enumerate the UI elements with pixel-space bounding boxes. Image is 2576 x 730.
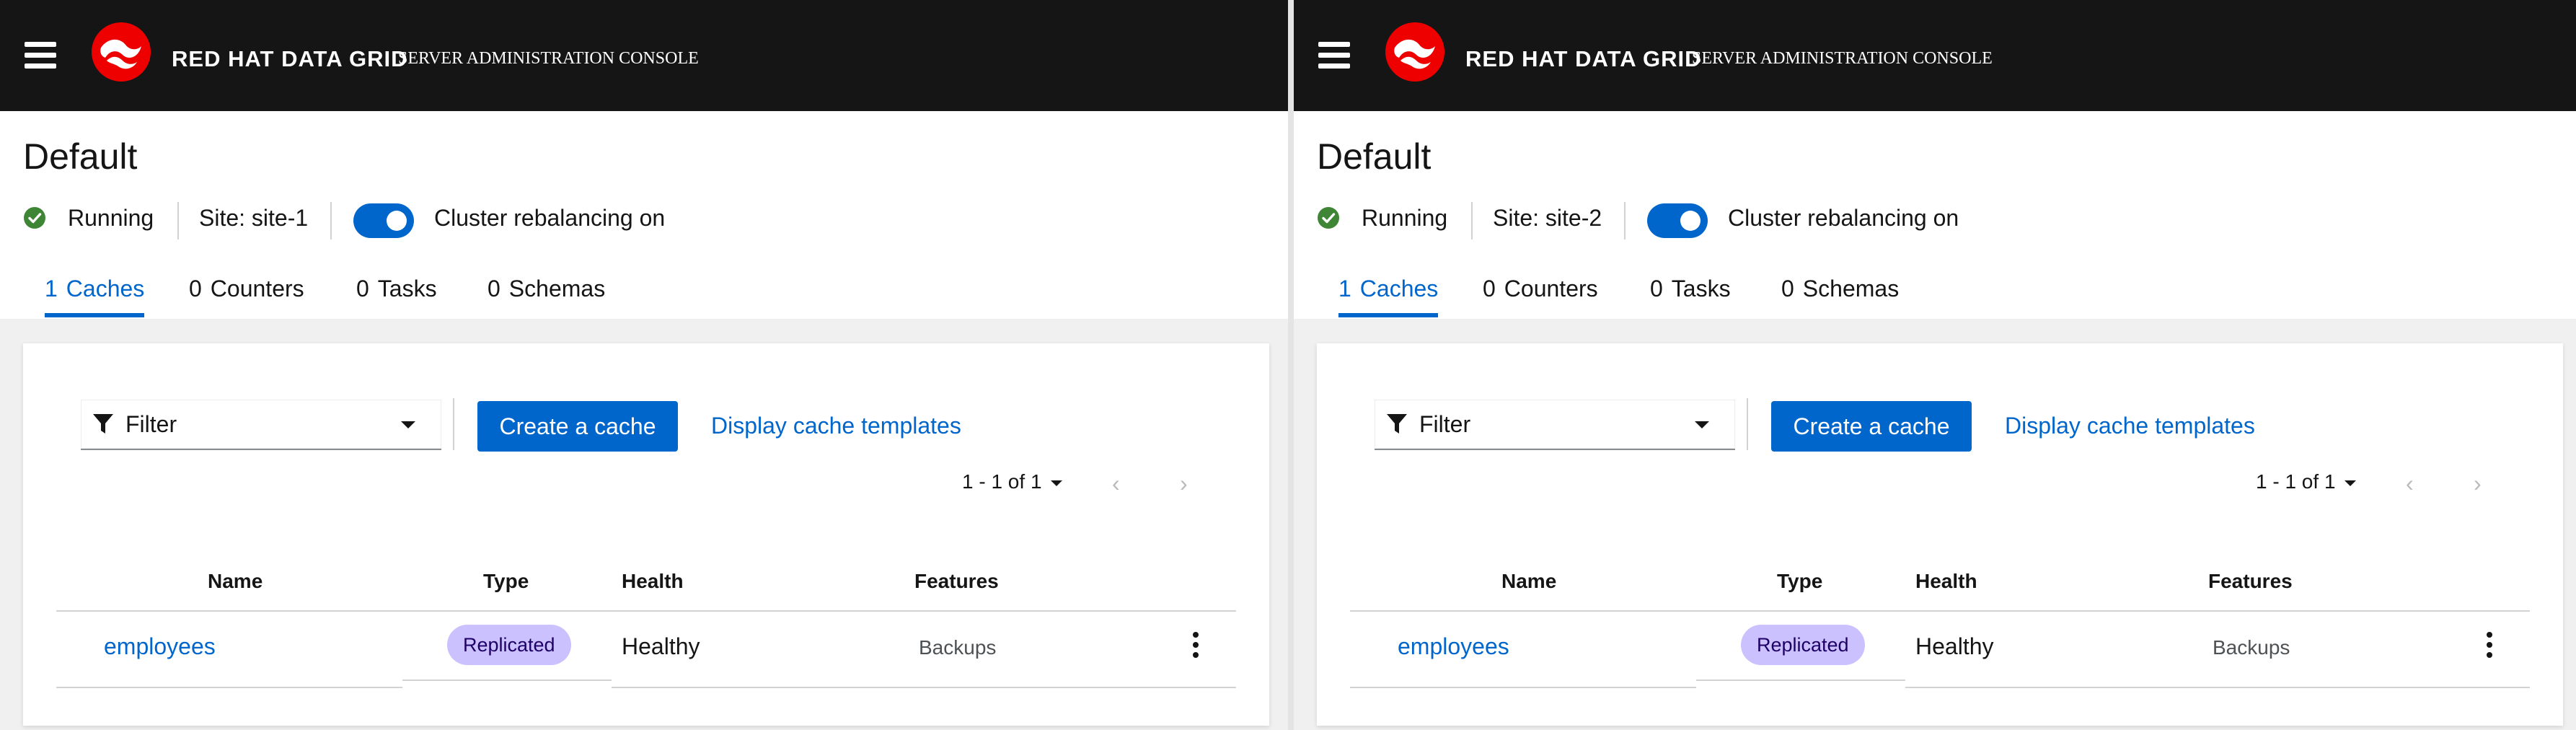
red-hat-data-grid-logo xyxy=(92,22,151,82)
pagination-text: 1 - 1 of 1 xyxy=(962,470,1042,493)
brand-name: RED HAT DATA GRID xyxy=(1465,46,1702,71)
cache-type-badge: Replicated xyxy=(1741,625,1865,665)
rebalancing-toggle[interactable] xyxy=(1647,203,1708,238)
masthead: RED HAT DATA GRID SERVER ADMINISTRATION … xyxy=(1294,0,2576,111)
row-divider xyxy=(1350,687,1696,688)
rebalancing-label: Cluster rebalancing on xyxy=(1728,205,1959,231)
console-panel-site-2: RED HAT DATA GRID SERVER ADMINISTRATION … xyxy=(1294,0,2576,730)
caches-card: Filter Create a cache Display cache temp… xyxy=(1317,343,2563,726)
row-actions-kebab-icon[interactable] xyxy=(2484,630,2495,659)
filter-dropdown[interactable]: Filter xyxy=(81,400,441,450)
check-circle-icon xyxy=(24,207,45,229)
filter-label: Filter xyxy=(1419,411,1471,437)
tab-bar: 1 Caches 0 Counters 0 Tasks 0 Schemas xyxy=(0,270,1288,319)
column-header-features[interactable]: Features xyxy=(2208,570,2293,593)
caret-down-icon xyxy=(1050,480,1062,486)
filter-icon xyxy=(93,414,113,434)
console-panel-site-1: RED HAT DATA GRID SERVER ADMINISTRATION … xyxy=(0,0,1288,730)
filter-icon xyxy=(1387,414,1407,434)
toggle-knob xyxy=(1680,211,1701,231)
tab-tasks[interactable]: 0 Tasks xyxy=(1650,276,1731,317)
previous-page-icon[interactable]: ‹ xyxy=(2406,470,2414,497)
pagination-text: 1 - 1 of 1 xyxy=(2256,470,2336,493)
filter-label: Filter xyxy=(125,411,177,437)
toolbar-separator xyxy=(453,398,454,450)
page-title: Default xyxy=(1317,136,1432,177)
site-label: Site: site-2 xyxy=(1493,205,1602,231)
pagination-toggle[interactable]: 1 - 1 of 1 xyxy=(962,470,1062,493)
cache-health: Healthy xyxy=(622,633,700,659)
column-header-name[interactable]: Name xyxy=(1501,570,1556,593)
brand-subtitle: SERVER ADMINISTRATION CONSOLE xyxy=(398,49,699,68)
rebalancing-toggle[interactable] xyxy=(353,203,414,238)
column-header-health[interactable]: Health xyxy=(1915,570,1977,593)
display-cache-templates-link[interactable]: Display cache templates xyxy=(2005,413,2255,439)
row-divider xyxy=(1905,687,2530,688)
cache-features: Backups xyxy=(919,636,997,659)
status-text: Running xyxy=(1362,205,1448,231)
caret-down-icon xyxy=(401,421,415,428)
column-header-features[interactable]: Features xyxy=(914,570,999,593)
caches-card: Filter Create a cache Display cache temp… xyxy=(23,343,1269,726)
hamburger-menu-icon[interactable] xyxy=(1318,42,1350,69)
hamburger-menu-icon[interactable] xyxy=(25,42,56,69)
column-header-health[interactable]: Health xyxy=(622,570,684,593)
column-header-name[interactable]: Name xyxy=(208,570,263,593)
table-header-divider xyxy=(1350,610,2530,612)
row-divider xyxy=(402,680,612,681)
rebalancing-label: Cluster rebalancing on xyxy=(434,205,666,231)
brand-subtitle: SERVER ADMINISTRATION CONSOLE xyxy=(1692,49,1993,68)
tab-schemas[interactable]: 0 Schemas xyxy=(1781,276,1899,317)
caret-down-icon xyxy=(1695,421,1709,428)
previous-page-icon[interactable]: ‹ xyxy=(1112,470,1120,497)
tab-tasks[interactable]: 0 Tasks xyxy=(356,276,437,317)
filter-dropdown[interactable]: Filter xyxy=(1375,400,1735,450)
display-cache-templates-link[interactable]: Display cache templates xyxy=(711,413,961,439)
header-separator xyxy=(177,202,179,239)
column-header-type[interactable]: Type xyxy=(1777,570,1822,593)
header-separator xyxy=(1624,202,1626,239)
cache-health: Healthy xyxy=(1915,633,1994,659)
create-cache-button[interactable]: Create a cache xyxy=(1771,401,1972,452)
tab-caches[interactable]: 1 Caches xyxy=(1338,276,1439,317)
red-hat-data-grid-logo xyxy=(1385,22,1444,82)
row-divider xyxy=(56,687,402,688)
create-cache-button[interactable]: Create a cache xyxy=(477,401,678,452)
row-divider xyxy=(612,687,1236,688)
masthead: RED HAT DATA GRID SERVER ADMINISTRATION … xyxy=(0,0,1288,111)
header-separator xyxy=(330,202,332,239)
cache-features: Backups xyxy=(2213,636,2290,659)
tab-bar: 1 Caches 0 Counters 0 Tasks 0 Schemas xyxy=(1294,270,2576,319)
cache-name-link[interactable]: employees xyxy=(1398,633,1509,660)
tab-schemas[interactable]: 0 Schemas xyxy=(488,276,605,317)
check-circle-icon xyxy=(1318,207,1339,229)
pagination-toggle[interactable]: 1 - 1 of 1 xyxy=(2256,470,2356,493)
tab-caches[interactable]: 1 Caches xyxy=(45,276,145,317)
page-title: Default xyxy=(23,136,138,177)
next-page-icon[interactable]: › xyxy=(1180,470,1188,497)
status-text: Running xyxy=(68,205,154,231)
column-header-type[interactable]: Type xyxy=(483,570,529,593)
site-label: Site: site-1 xyxy=(199,205,309,231)
row-divider xyxy=(1696,680,1905,681)
tab-counters[interactable]: 0 Counters xyxy=(1483,276,1598,317)
panel-divider xyxy=(1288,0,1294,730)
table-header-divider xyxy=(56,610,1236,612)
caret-down-icon xyxy=(2344,480,2356,486)
row-actions-kebab-icon[interactable] xyxy=(1190,630,1201,659)
brand-name: RED HAT DATA GRID xyxy=(172,46,408,71)
tab-counters[interactable]: 0 Counters xyxy=(189,276,304,317)
cache-type-badge: Replicated xyxy=(447,625,571,665)
next-page-icon[interactable]: › xyxy=(2474,470,2482,497)
header-separator xyxy=(1471,202,1473,239)
toggle-knob xyxy=(387,211,407,231)
toolbar-separator xyxy=(1747,398,1748,450)
cache-name-link[interactable]: employees xyxy=(104,633,216,660)
